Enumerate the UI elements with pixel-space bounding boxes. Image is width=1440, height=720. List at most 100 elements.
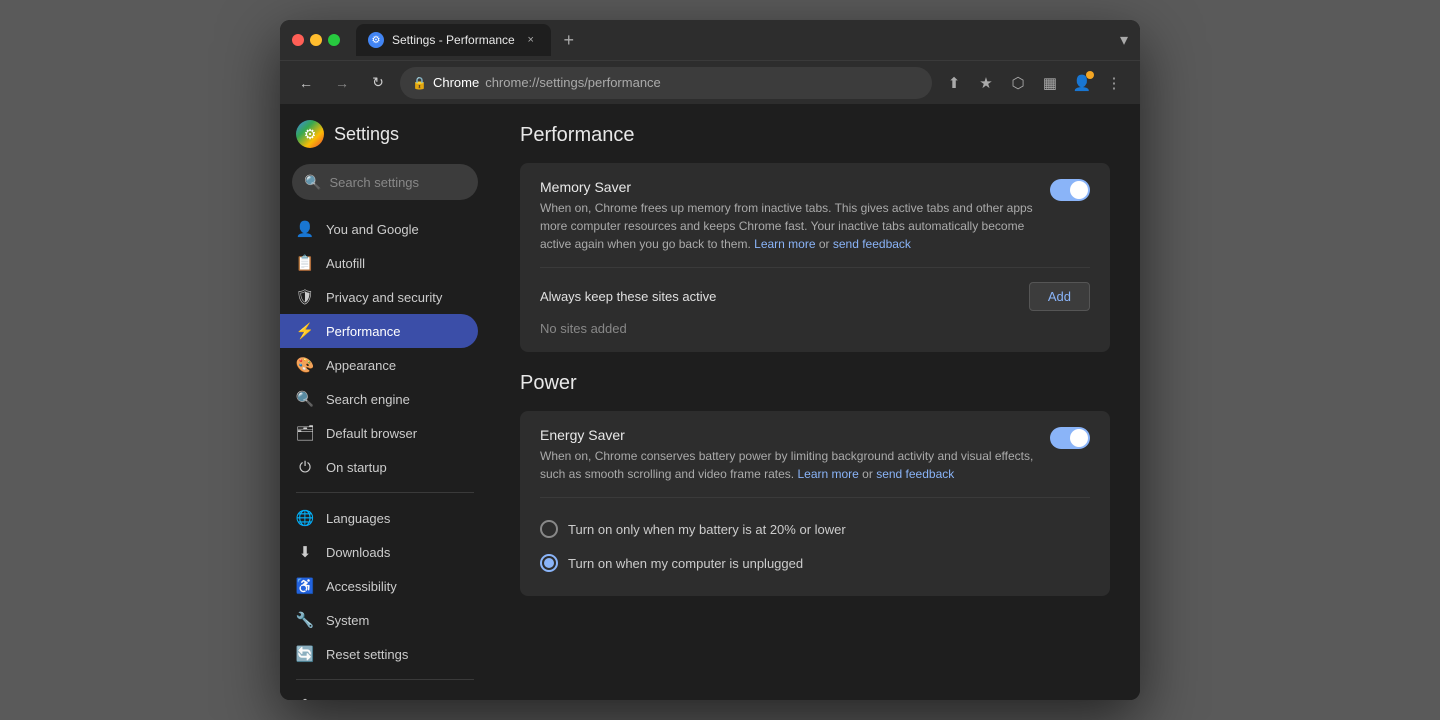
energy-saver-learn-more[interactable]: Learn more — [797, 467, 858, 481]
settings-title: Settings — [334, 124, 399, 145]
search-bar[interactable]: 🔍 — [292, 164, 478, 200]
maximize-button[interactable] — [328, 34, 340, 46]
sidebar-item-label: Accessibility — [326, 579, 397, 594]
settings-content: Performance Memory Saver When on, Chrome… — [490, 104, 1140, 700]
toggle-knob-energy — [1070, 429, 1088, 447]
search-engine-icon: 🔍 — [296, 390, 314, 408]
radio-battery-20-label: Turn on only when my battery is at 20% o… — [568, 522, 846, 537]
address-path: chrome://settings/performance — [485, 75, 661, 90]
sidebar-item-reset-settings[interactable]: 🔄 Reset settings — [280, 637, 478, 671]
address-scheme: Chrome — [433, 75, 479, 90]
nav-actions: ⬆ ★ ⬡ ▦ 👤 ⋮ — [940, 69, 1128, 97]
memory-saver-feedback[interactable]: send feedback — [833, 237, 911, 251]
active-tab[interactable]: ⚙ Settings - Performance × — [356, 24, 551, 56]
energy-saver-toggle[interactable] — [1050, 427, 1090, 449]
memory-saver-desc: When on, Chrome frees up memory from ina… — [540, 199, 1034, 253]
radio-unplugged-label: Turn on when my computer is unplugged — [568, 556, 803, 571]
energy-saver-desc: When on, Chrome conserves battery power … — [540, 447, 1034, 483]
you-and-google-icon: 👤 — [296, 220, 314, 238]
performance-section-title: Performance — [520, 124, 1110, 147]
memory-saver-card: Memory Saver When on, Chrome frees up me… — [520, 163, 1110, 352]
performance-icon: ⚡ — [296, 322, 314, 340]
extensions-button[interactable]: ⬡ — [1004, 69, 1032, 97]
sidebar-item-appearance[interactable]: 🎨 Appearance — [280, 348, 478, 382]
close-button[interactable] — [292, 34, 304, 46]
memory-saver-row: Memory Saver When on, Chrome frees up me… — [540, 179, 1090, 253]
menu-button[interactable]: ⋮ — [1100, 69, 1128, 97]
browser-window: ⚙ Settings - Performance × + ▾ ← → ↻ 🔒 C… — [280, 20, 1140, 700]
sidebar-item-privacy-security[interactable]: 🛡 Privacy and security — [280, 280, 478, 314]
radio-selected-indicator — [544, 558, 554, 568]
sidebar-item-system[interactable]: 🔧 System — [280, 603, 478, 637]
radio-unplugged-circle[interactable] — [540, 554, 558, 572]
sidebar-item-label: Appearance — [326, 358, 396, 373]
downloads-icon: ⬇ — [296, 543, 314, 561]
window-dropdown[interactable]: ▾ — [1120, 30, 1128, 50]
profile-button[interactable]: 👤 — [1068, 69, 1096, 97]
reload-icon: ↻ — [372, 74, 384, 91]
back-button[interactable]: ← — [292, 69, 320, 97]
tab-bar: ⚙ Settings - Performance × + — [356, 24, 1112, 56]
sidebar-item-accessibility[interactable]: ♿ Accessibility — [280, 569, 478, 603]
sidebar-item-label: On startup — [326, 460, 387, 475]
search-input[interactable] — [329, 175, 490, 190]
sidebar-item-label: You and Google — [326, 222, 419, 237]
settings-header: ⚙ Settings — [280, 120, 490, 164]
sidebar-item-extensions[interactable]: ⬡ Extensions ↗ — [280, 688, 478, 700]
address-bar[interactable]: 🔒 Chrome chrome://settings/performance — [400, 67, 932, 99]
sidebar-item-label: Extensions — [326, 698, 390, 701]
privacy-icon: 🛡 — [296, 288, 314, 306]
sidebar-item-search-engine[interactable]: 🔍 Search engine — [280, 382, 478, 416]
new-tab-button[interactable]: + — [555, 26, 583, 54]
sidebar-item-label: Languages — [326, 511, 390, 526]
memory-saver-learn-more[interactable]: Learn more — [754, 237, 815, 251]
tab-title: Settings - Performance — [392, 33, 515, 47]
energy-card-divider — [540, 497, 1090, 498]
on-startup-icon: ⏻ — [296, 458, 314, 476]
radio-battery-20-circle[interactable] — [540, 520, 558, 538]
forward-icon: → — [335, 75, 349, 91]
extensions-sidebar-icon: ⬡ — [296, 696, 314, 700]
sidebar: ⚙ Settings 🔍 👤 You and Google 📋 Autofill… — [280, 104, 490, 700]
lock-icon: 🔒 — [412, 76, 427, 90]
default-browser-icon: 🗂 — [296, 424, 314, 442]
languages-icon: 🌐 — [296, 509, 314, 527]
bookmark-button[interactable]: ★ — [972, 69, 1000, 97]
tab-favicon: ⚙ — [368, 32, 384, 48]
notification-badge — [1086, 71, 1094, 79]
sidebar-item-downloads[interactable]: ⬇ Downloads — [280, 535, 478, 569]
sidebar-item-languages[interactable]: 🌐 Languages — [280, 501, 478, 535]
traffic-lights — [292, 34, 340, 46]
forward-button[interactable]: → — [328, 69, 356, 97]
tab-close-button[interactable]: × — [523, 32, 539, 48]
nav-bar: ← → ↻ 🔒 Chrome chrome://settings/perform… — [280, 60, 1140, 104]
sidebar-item-you-and-google[interactable]: 👤 You and Google — [280, 212, 478, 246]
settings-logo: ⚙ — [296, 120, 324, 148]
radio-unplugged[interactable]: Turn on when my computer is unplugged — [540, 546, 1090, 580]
sidebar-item-default-browser[interactable]: 🗂 Default browser — [280, 416, 478, 450]
external-link-icon: ↗ — [406, 698, 416, 700]
search-icon: 🔍 — [304, 174, 321, 191]
card-divider — [540, 267, 1090, 268]
share-button[interactable]: ⬆ — [940, 69, 968, 97]
energy-saver-card: Energy Saver When on, Chrome conserves b… — [520, 411, 1110, 596]
sidebar-item-performance[interactable]: ⚡ Performance — [280, 314, 478, 348]
radio-battery-20[interactable]: Turn on only when my battery is at 20% o… — [540, 512, 1090, 546]
add-site-button[interactable]: Add — [1029, 282, 1090, 311]
no-sites-label: No sites added — [540, 321, 1090, 336]
sidebar-item-label: Performance — [326, 324, 400, 339]
energy-saver-feedback[interactable]: send feedback — [876, 467, 954, 481]
sidebar-divider-1 — [296, 492, 474, 493]
minimize-button[interactable] — [310, 34, 322, 46]
accessibility-icon: ♿ — [296, 577, 314, 595]
tab-search-button[interactable]: ▦ — [1036, 69, 1064, 97]
always-active-row: Always keep these sites active Add — [540, 282, 1090, 311]
reload-button[interactable]: ↻ — [364, 69, 392, 97]
memory-saver-toggle[interactable] — [1050, 179, 1090, 201]
sidebar-item-label: Downloads — [326, 545, 390, 560]
sidebar-item-label: Search engine — [326, 392, 410, 407]
memory-saver-title: Memory Saver — [540, 179, 1034, 195]
sidebar-item-label: Default browser — [326, 426, 417, 441]
sidebar-item-autofill[interactable]: 📋 Autofill — [280, 246, 478, 280]
sidebar-item-on-startup[interactable]: ⏻ On startup — [280, 450, 478, 484]
